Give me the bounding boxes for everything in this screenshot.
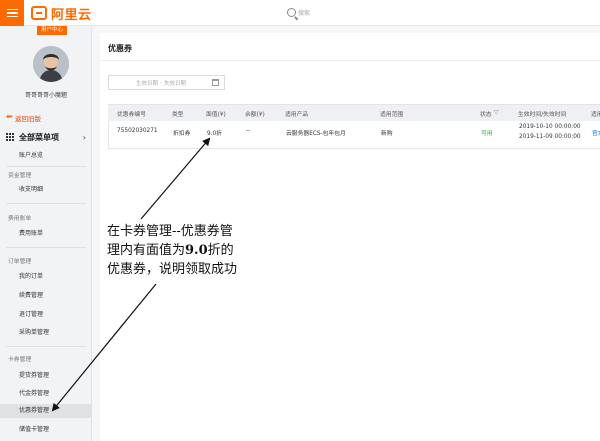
title-divider (100, 60, 600, 61)
calendar-icon (212, 79, 219, 86)
sidebar-section-cards: 卡券管理 (8, 357, 32, 363)
sidebar-item-pickup-coupons[interactable]: 提货券管理 (0, 369, 91, 383)
search-icon[interactable] (287, 8, 296, 17)
table-header: 优惠券编号 类型 面值(¥) 余额(¥) 适用产品 适用范围 状态 ▽ 生效时间… (108, 104, 600, 121)
sidebar-item-cash-coupons[interactable]: 代金券管理 (0, 387, 91, 401)
cell-balance: -- (246, 128, 251, 134)
sidebar-section-finance: 资金管理 (8, 173, 32, 179)
col-header-scope: 适用范围 (380, 112, 404, 118)
cell-type: 折扣券 (173, 131, 191, 137)
cell-scope: 新购 (381, 131, 393, 137)
cell-op-link[interactable]: 官方 (592, 128, 600, 137)
avatar[interactable] (33, 46, 69, 82)
aliyun-logo[interactable]: 阿里云 (31, 5, 92, 23)
cell-id: 75502030271 (117, 128, 158, 134)
console-tag: 用户中心 (37, 26, 67, 35)
date-range-picker[interactable]: 生效日期 - 失效日期 (108, 75, 225, 90)
col-header-product: 适用产品 (285, 112, 309, 118)
annotation-line-2-pre: 理内有面值为 (107, 243, 186, 258)
username: 哥哥哥哥小魔魍 (24, 92, 67, 99)
col-header-id: 优惠券编号 (117, 112, 146, 118)
annotation-line-3: 优惠券，说明领取成功 (107, 262, 238, 277)
date-end-placeholder: 失效日期 (164, 80, 187, 87)
sidebar-item-renewal[interactable]: 续费管理 (0, 289, 91, 303)
aliyun-logo-icon (31, 6, 47, 20)
col-header-balance: 余额(¥) (245, 112, 265, 118)
page-title: 优惠券 (108, 44, 132, 53)
sidebar-item-discount-coupons[interactable]: 优惠券管理 (0, 404, 91, 418)
grid-icon (6, 133, 14, 141)
sidebar-divider (6, 346, 86, 347)
col-header-face-value: 面值(¥) (206, 112, 226, 118)
back-to-old-version-link[interactable]: 返回旧版 (15, 113, 41, 123)
all-menu-label: 全部菜单项 (19, 132, 59, 142)
cell-face-value: 9.0折 (207, 131, 223, 137)
sidebar-section-bills: 费用账单 (8, 216, 32, 222)
sidebar-divider (6, 203, 86, 204)
hamburger-icon (6, 8, 18, 18)
sidebar-item-storage-cards[interactable]: 储值卡管理 (0, 423, 91, 437)
chevron-right-icon: › (82, 132, 86, 142)
cell-product: 云服务器ECS-包年包月 (286, 131, 346, 137)
sidebar-item-income-expense[interactable]: 收支明细 (0, 183, 91, 197)
logo-text: 阿里云 (51, 7, 92, 23)
cell-end-time: 2019-11-09 00:00:00 (519, 134, 581, 140)
col-header-op: 适用 (591, 112, 600, 118)
date-separator: - (160, 79, 163, 86)
sidebar-divider (6, 166, 86, 167)
annotation-line-2: 理内有面值为9.0折的 (107, 241, 283, 260)
sidebar-item-my-orders[interactable]: 我的订单 (0, 270, 91, 284)
back-arrow-icon[interactable]: ⬅ (6, 112, 13, 121)
sidebar-item-bills[interactable]: 费用账单 (0, 227, 91, 241)
col-header-status: 状态 (480, 112, 492, 118)
sidebar-section-orders: 订单管理 (8, 259, 32, 265)
annotation-line-1: 在卡券管理--优惠券管 (107, 224, 233, 239)
filter-icon[interactable]: ▽ (494, 109, 499, 116)
sidebar-item-refund[interactable]: 退订管理 (0, 308, 91, 322)
hamburger-menu-button[interactable] (0, 0, 24, 26)
sidebar-divider (6, 247, 86, 248)
sidebar-item-purchase-orders[interactable]: 采购单管理 (0, 326, 91, 340)
annotation-text: 在卡券管理--优惠券管 理内有面值为9.0折的 优惠券，说明领取成功 (107, 222, 283, 279)
annotation-highlight-value: 9.0 (185, 243, 208, 258)
col-header-time: 生效时间/失效时间 (518, 112, 567, 118)
annotation-line-2-post: 折的 (207, 243, 234, 258)
col-header-type: 类型 (172, 112, 184, 118)
cell-start-time: 2019-10-10 00:00:00 (519, 124, 581, 130)
sidebar-item-account-overview[interactable]: 账户总览 (0, 149, 91, 163)
search-input[interactable] (298, 6, 478, 20)
table-row: 75502030271 折扣券 9.0折 -- 云服务器ECS-包年包月 新购 … (108, 121, 600, 149)
date-start-placeholder: 生效日期 (136, 80, 159, 87)
all-menu-button[interactable]: 全部菜单项 › (6, 131, 86, 143)
cell-status: 可用 (481, 131, 493, 137)
